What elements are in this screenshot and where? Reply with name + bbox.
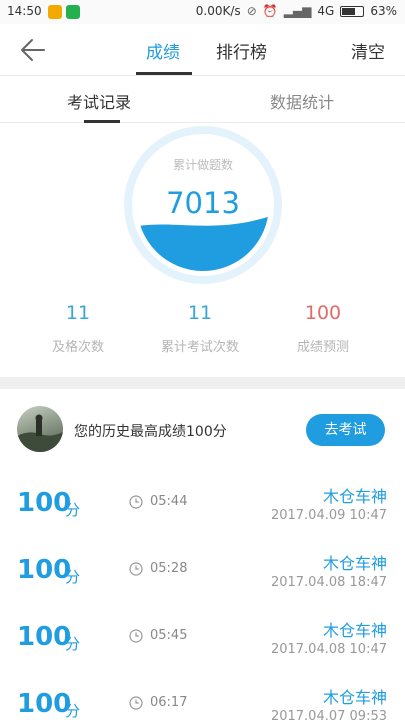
clear-button[interactable]: 清空 — [351, 38, 385, 63]
network-type: 4G — [317, 4, 335, 18]
notification-app-icon — [66, 5, 80, 19]
status-bar: 14:50 0.00K/s ⊘ ⏰ ▂▄▆ 4G 63% — [0, 0, 405, 24]
record-item[interactable]: 100 分 05:44 木仓车神 2017.04.09 10:47 — [0, 471, 405, 538]
record-score-unit: 分 — [65, 702, 81, 720]
stat-label: 累计考试次数 — [160, 340, 239, 355]
record-date: 2017.04.08 18:47 — [270, 575, 387, 590]
mute-icon: ⊘ — [246, 4, 257, 18]
net-speed: 0.00K/s — [195, 4, 241, 18]
best-score-row: 您的历史最高成绩100分 去考试 — [0, 389, 405, 471]
subtab-active-indicator — [84, 120, 120, 123]
back-button[interactable] — [18, 36, 50, 64]
stat-pass-count: 11 及格次数 — [18, 302, 138, 355]
clock-icon — [129, 696, 143, 710]
record-score-unit: 分 — [65, 635, 81, 653]
stat-label: 成绩预测 — [296, 340, 349, 355]
qq-app-icon — [48, 5, 62, 19]
gauge-value: 7013 — [166, 186, 240, 220]
record-item[interactable]: 100 分 05:28 木仓车神 2017.04.08 18:47 — [0, 538, 405, 605]
tab-score[interactable]: 成绩 — [146, 38, 180, 63]
clock-icon — [129, 562, 143, 576]
record-duration: 05:28 — [150, 561, 188, 576]
record-user-name: 木仓车神 — [322, 621, 387, 640]
section-divider — [0, 377, 405, 389]
status-right-group: 0.00K/s ⊘ ⏰ ▂▄▆ 4G 63% — [196, 4, 397, 18]
clock-icon — [129, 495, 143, 509]
stat-exam-count: 11 累计考试次数 — [140, 302, 260, 355]
best-score-text: 您的历史最高成绩100分 — [74, 424, 227, 440]
battery-icon — [340, 5, 365, 17]
go-exam-button[interactable]: 去考试 — [306, 414, 385, 446]
tab-ranking[interactable]: 排行榜 — [216, 38, 267, 63]
record-date: 2017.04.08 10:47 — [270, 642, 387, 657]
record-score: 100 — [17, 488, 72, 518]
stat-value: 11 — [65, 302, 91, 324]
arrow-left-icon — [21, 39, 45, 61]
gauge-label: 累计做题数 — [172, 158, 233, 172]
record-duration: 05:45 — [150, 628, 188, 643]
record-user-name: 木仓车神 — [322, 554, 387, 573]
record-score-unit: 分 — [65, 501, 81, 519]
alarm-icon: ⏰ — [262, 4, 278, 18]
record-score-unit: 分 — [65, 568, 81, 586]
sub-tabs: 考试记录 数据统计 — [0, 77, 405, 123]
stat-value: 11 — [187, 302, 213, 324]
stat-value: 100 — [304, 302, 342, 324]
record-duration: 05:44 — [150, 494, 188, 509]
clock-icon — [129, 629, 143, 643]
subtab-exam-records[interactable]: 考试记录 — [67, 89, 131, 113]
record-score: 100 — [17, 555, 72, 585]
app-header: 成绩 排行榜 清空 — [0, 24, 405, 76]
record-user-name: 木仓车神 — [322, 487, 387, 506]
record-item[interactable]: 100 分 05:45 木仓车神 2017.04.08 10:47 — [0, 605, 405, 672]
question-count-gauge: 累计做题数 7013 — [122, 124, 284, 286]
stat-score-prediction: 100 成绩预测 — [263, 302, 383, 355]
tab-active-indicator — [136, 72, 192, 75]
avatar[interactable] — [17, 406, 63, 452]
battery-percent: 63% — [370, 4, 397, 18]
record-score: 100 — [17, 622, 72, 652]
record-duration: 06:17 — [150, 695, 188, 710]
record-date: 2017.04.09 10:47 — [270, 508, 387, 523]
status-time: 14:50 — [7, 4, 42, 18]
signal-icon: ▂▄▆ — [283, 4, 312, 18]
record-user-name: 木仓车神 — [322, 688, 387, 707]
record-item[interactable]: 100 分 06:17 木仓车神 2017.04.07 09:53 — [0, 672, 405, 720]
subtab-data-stats[interactable]: 数据统计 — [270, 89, 334, 113]
record-date: 2017.04.07 09:53 — [270, 709, 387, 720]
stat-label: 及格次数 — [51, 340, 104, 355]
record-score: 100 — [17, 689, 72, 719]
